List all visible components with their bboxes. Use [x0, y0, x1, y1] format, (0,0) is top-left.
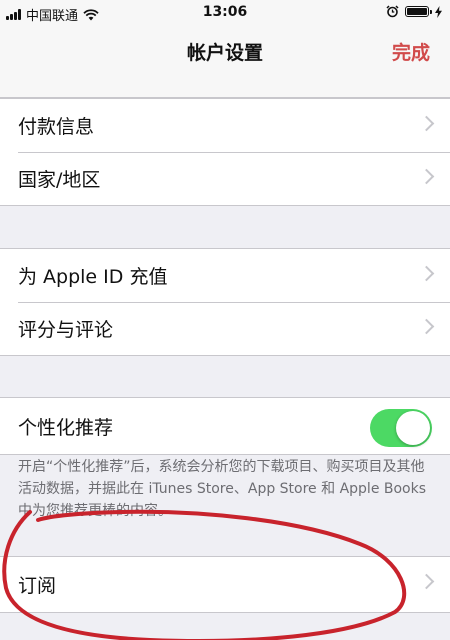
personalization-footnote: 开启“个性化推荐”后，系统会分析您的下载项目、购买项目及其他活动数据，并据此在 …: [18, 459, 427, 519]
page-title: 帐户设置: [186, 42, 263, 64]
chevron-right-icon: [418, 168, 435, 185]
battery-icon: [405, 6, 432, 17]
personalization-group: 个性化推荐: [0, 397, 450, 455]
country-region-label: 国家/地区: [18, 169, 101, 191]
subscriptions-row[interactable]: 订阅: [0, 557, 450, 612]
chevron-right-icon: [418, 265, 435, 282]
payment-info-row[interactable]: 付款信息: [0, 99, 450, 152]
add-funds-label: 为 Apple ID 充值: [18, 266, 168, 288]
navigation-bar: 帐户设置 完成: [0, 26, 450, 98]
ratings-reviews-label: 评分与评论: [18, 319, 114, 341]
status-time: 13:06: [202, 4, 248, 20]
balance-group: 为 Apple ID 充值 评分与评论: [0, 248, 450, 356]
done-button[interactable]: 完成: [392, 38, 430, 65]
chevron-right-icon: [418, 573, 435, 590]
personalized-recommendations-toggle[interactable]: [370, 409, 432, 447]
status-bar: 中国联通 13:06: [0, 0, 450, 26]
chevron-right-icon: [418, 115, 435, 132]
toggle-knob: [396, 411, 430, 445]
payment-group: 付款信息 国家/地区: [0, 98, 450, 206]
chevron-right-icon: [418, 318, 435, 335]
add-funds-row[interactable]: 为 Apple ID 充值: [0, 249, 450, 302]
alarm-icon: [386, 5, 399, 18]
personalized-recommendations-row: 个性化推荐: [0, 398, 450, 454]
personalized-recommendations-label: 个性化推荐: [18, 416, 114, 439]
payment-info-label: 付款信息: [18, 116, 95, 138]
subscriptions-group: 订阅: [0, 556, 450, 613]
country-region-row[interactable]: 国家/地区: [0, 152, 450, 205]
charging-bolt-icon: [435, 5, 442, 18]
ratings-reviews-row[interactable]: 评分与评论: [0, 302, 450, 355]
status-right: [386, 5, 442, 18]
subscriptions-label: 订阅: [18, 575, 57, 597]
battery-level-fill: [407, 8, 427, 15]
